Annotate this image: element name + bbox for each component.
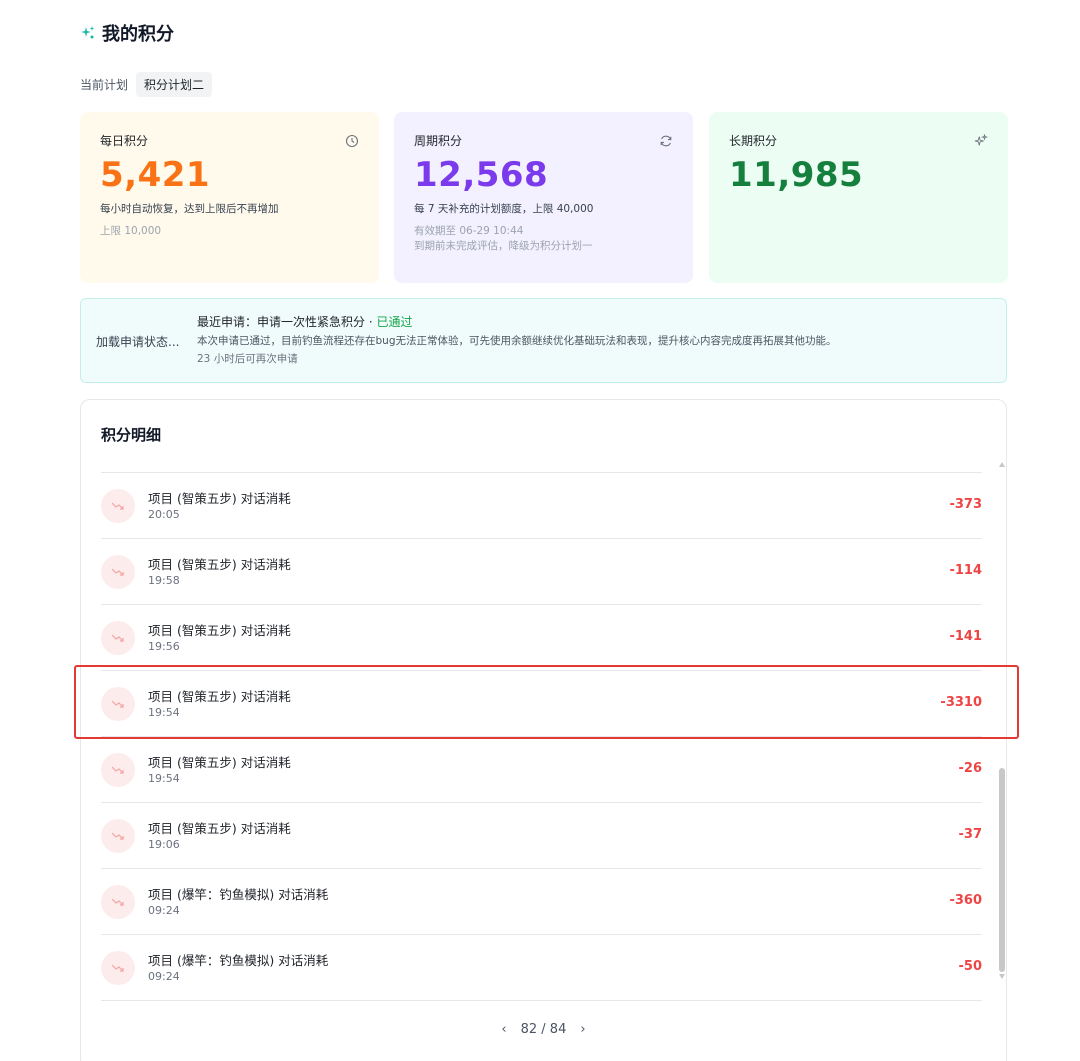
long-term-points-value: 11,985	[729, 155, 864, 195]
ledger-row-title: 项目 (智策五步) 对话消耗	[148, 491, 291, 506]
ledger-row-amount: -360	[949, 893, 982, 908]
trend-down-icon	[101, 819, 135, 853]
ledger-row-title: 项目 (智策五步) 对话消耗	[148, 755, 291, 770]
card-description: 每 7 天补充的计划额度，上限 40,000	[414, 203, 594, 215]
status-loading-label: 加载申请状态...	[96, 335, 180, 349]
expiry-note: 到期前未完成评估，降级为积分计划一	[414, 240, 593, 252]
ledger-row-amount: -37	[958, 827, 983, 842]
page-title: 我的积分	[102, 24, 174, 45]
clock-icon	[345, 134, 359, 148]
ledger-row: 项目 (智策五步) 对话消耗 20:05 -373	[101, 473, 982, 539]
status-lines: 最近申请：申请一次性紧急积分 · 已通过 本次申请已通过，目前钓鱼流程还存在bu…	[197, 313, 836, 366]
latest-application: 最近申请：申请一次性紧急积分 · 已通过	[197, 313, 836, 330]
daily-points-card: 每日积分 5,421 每小时自动恢复，达到上限后不再增加 上限 10,000	[80, 112, 379, 283]
ledger-row-amount: -114	[949, 563, 982, 578]
application-note: 本次申请已通过，目前钓鱼流程还存在bug无法正常体验，可先使用余额继续优化基础玩…	[197, 335, 837, 347]
prev-page-button[interactable]: ‹	[501, 1022, 506, 1037]
application-status-box: 加载申请状态... 最近申请：申请一次性紧急积分 · 已通过 本次申请已通过，目…	[80, 298, 1007, 383]
expiry-date: 有效期至 06-29 10:44	[414, 225, 524, 237]
long-term-points-card: 长期积分 11,985	[709, 112, 1008, 283]
scroll-up-arrow-icon[interactable]	[999, 462, 1005, 467]
ledger-row-title: 项目 (智策五步) 对话消耗	[148, 557, 291, 572]
ledger-row-time: 19:06	[148, 838, 180, 851]
approved-status: 已通过	[376, 315, 413, 329]
page-header: 我的积分	[80, 20, 174, 46]
ledger-row-time: 19:54	[148, 772, 180, 785]
refresh-icon	[660, 135, 672, 147]
ledger-row-time: 19:58	[148, 574, 180, 587]
trend-down-icon	[101, 489, 135, 523]
next-page-button[interactable]: ›	[580, 1022, 585, 1037]
card-title: 周期积分	[414, 134, 463, 148]
ledger-row-amount: -141	[949, 629, 982, 644]
latest-application-text: 最近申请：申请一次性紧急积分 ·	[197, 315, 377, 329]
ledger-row: 项目 (爆竿：钓鱼模拟) 对话消耗 09:24 -50	[101, 935, 982, 1001]
reapply-countdown: 23 小时后可再次申请	[197, 353, 298, 365]
ledger-row-title: 项目 (爆竿：钓鱼模拟) 对话消耗	[148, 953, 329, 968]
ledger-row-amount: -50	[958, 959, 983, 974]
plan-label: 当前计划	[80, 78, 129, 92]
plan-row: 当前计划 积分计划二	[80, 72, 213, 97]
daily-limit: 上限 10,000	[100, 225, 162, 237]
scrollbar-thumb[interactable]	[999, 768, 1005, 972]
sparkle-icon	[81, 26, 95, 39]
ledger-row-amount: -26	[958, 761, 983, 776]
ledger-row: 项目 (智策五步) 对话消耗 19:56 -141	[101, 605, 982, 671]
trend-down-icon	[101, 555, 135, 589]
page-indicator: 82 / 84	[520, 1022, 567, 1037]
ledger-row-title: 项目 (智策五步) 对话消耗	[148, 623, 291, 638]
ledger-row-time: 09:24	[148, 970, 180, 983]
plan-badge: 积分计划二	[136, 72, 213, 97]
ledger-row-time: 20:05	[148, 508, 180, 521]
ledger-row-title: 项目 (爆竿：钓鱼模拟) 对话消耗	[148, 887, 329, 902]
ledger-row-time: 09:24	[148, 904, 180, 917]
trend-down-icon	[101, 621, 135, 655]
ledger-row-time: 19:56	[148, 640, 180, 653]
ledger-row-title: 项目 (智策五步) 对话消耗	[148, 821, 291, 836]
trend-down-icon	[101, 951, 135, 985]
ledger-row: 项目 (智策五步) 对话消耗 19:58 -114	[101, 539, 982, 605]
daily-points-value: 5,421	[100, 155, 211, 195]
ledger-title: 积分明细	[101, 426, 162, 444]
period-points-card: 周期积分 12,568 每 7 天补充的计划额度，上限 40,000 有效期至 …	[394, 112, 693, 283]
pagination: ‹ 82 / 84 ›	[0, 1022, 1080, 1037]
card-title: 长期积分	[729, 134, 778, 148]
highlight-box	[74, 665, 1019, 739]
trend-down-icon	[101, 753, 135, 787]
period-expiry: 有效期至 06-29 10:44 到期前未完成评估，降级为积分计划一	[414, 224, 673, 254]
ledger-row-amount: -373	[949, 497, 982, 512]
sparkle-icon	[974, 134, 988, 146]
scroll-down-arrow-icon[interactable]	[999, 974, 1005, 979]
ledger-row: 项目 (智策五步) 对话消耗 19:54 -26	[101, 737, 982, 803]
trend-down-icon	[101, 885, 135, 919]
card-description: 每小时自动恢复，达到上限后不再增加	[100, 203, 279, 215]
period-points-value: 12,568	[414, 155, 549, 195]
ledger-row: 项目 (爆竿：钓鱼模拟) 对话消耗 09:24 -360	[101, 869, 982, 935]
card-title: 每日积分	[100, 134, 149, 148]
ledger-row: 项目 (智策五步) 对话消耗 19:06 -37	[101, 803, 982, 869]
